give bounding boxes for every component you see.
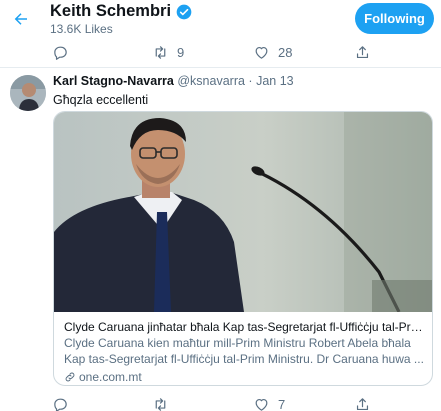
profile-name: Keith Schembri <box>50 2 172 20</box>
link-icon <box>65 372 75 382</box>
retweet-icon <box>155 397 166 411</box>
tweet-divider <box>0 67 441 68</box>
following-button[interactable]: Following <box>355 3 434 34</box>
like-icon <box>255 46 268 59</box>
reply-icon <box>54 46 67 60</box>
share-icon <box>356 397 369 410</box>
share-action[interactable] <box>354 392 371 411</box>
like-count: 7 <box>278 396 286 411</box>
tweet-header: Karl Stagno-Navarra @ksnavarra · Jan 13 <box>53 74 294 88</box>
reply-action[interactable] <box>52 40 69 64</box>
card-domain: one.com.mt <box>79 370 142 384</box>
like-action[interactable]: 28 <box>253 40 292 64</box>
card-body: Clyde Caruana jinħatar bħala Kap tas-Seg… <box>54 314 432 385</box>
retweet-action[interactable] <box>152 392 169 411</box>
previous-tweet-actions: 9 28 <box>0 40 441 64</box>
card-description: Clyde Caruana kien maħtur mill-Prim Mini… <box>64 336 424 366</box>
meta-separator: · <box>248 74 253 88</box>
likes-count-label: 13.6K Likes <box>50 22 113 36</box>
avatar[interactable] <box>10 75 46 111</box>
card-link: one.com.mt <box>64 368 424 385</box>
reply-icon <box>54 398 67 411</box>
tweet-text: Għqzla eccellenti <box>53 93 149 107</box>
author-handle[interactable]: @ksnavarra <box>177 74 245 88</box>
retweet-action[interactable]: 9 <box>152 40 184 64</box>
profile-title: Keith Schembri <box>50 2 192 21</box>
back-button[interactable] <box>8 6 34 32</box>
like-action[interactable]: 7 <box>253 392 285 411</box>
like-count: 28 <box>278 44 293 60</box>
retweet-count: 9 <box>177 44 185 60</box>
card-image <box>54 112 432 312</box>
verified-badge-icon <box>176 4 192 19</box>
retweet-icon <box>155 45 166 59</box>
card-title: Clyde Caruana jinħatar bħala Kap tas-Seg… <box>64 320 424 334</box>
profile-header: Keith Schembri 13.6K Likes Following <box>0 0 441 40</box>
author-name[interactable]: Karl Stagno-Navarra <box>53 74 174 88</box>
share-action[interactable] <box>354 40 371 64</box>
link-card[interactable]: Clyde Caruana jinħatar bħala Kap tas-Seg… <box>53 111 433 386</box>
like-icon <box>255 398 268 411</box>
reply-action[interactable] <box>52 392 69 411</box>
back-arrow-icon <box>14 13 27 25</box>
tweet-date[interactable]: Jan 13 <box>256 74 294 88</box>
share-icon <box>356 45 369 58</box>
tweet-actions: 7 <box>0 392 441 411</box>
